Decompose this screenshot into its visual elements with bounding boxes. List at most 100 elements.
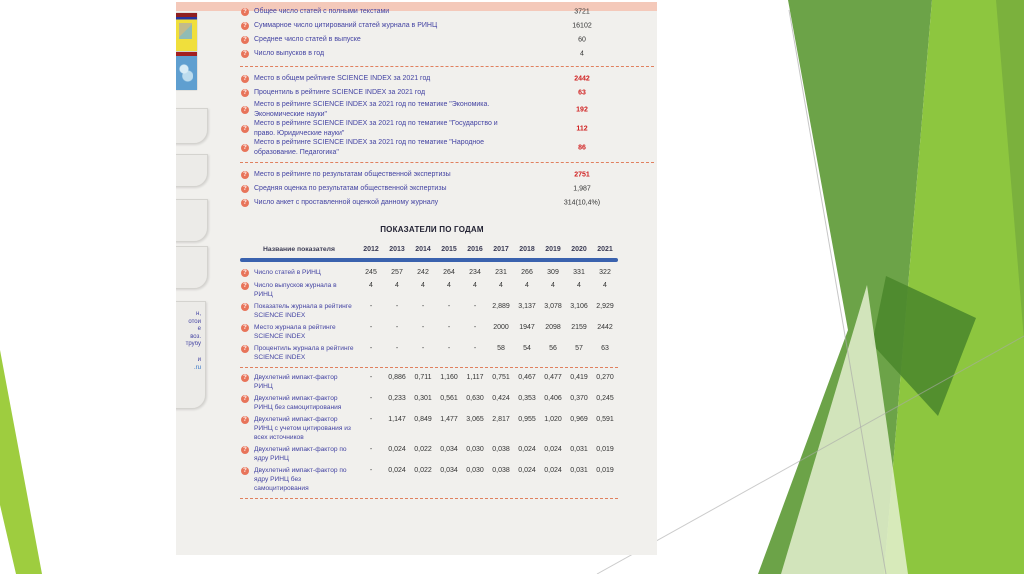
sidebar-panel-contacts[interactable]: н, отой е воз. трубу й .ru	[176, 301, 206, 409]
cell-value: 4	[551, 282, 555, 289]
cell-value: 257	[391, 269, 403, 276]
help-icon[interactable]: ?	[241, 171, 249, 179]
help-icon[interactable]: ?	[241, 89, 249, 97]
sidebar-text-fragment: воз.	[190, 333, 201, 340]
row-label: Двухлетний импакт-фактор РИНЦ	[254, 374, 338, 390]
year-column-header: 2021	[597, 245, 613, 253]
help-icon[interactable]: ?	[241, 374, 249, 382]
cell-value: 0,630	[466, 395, 484, 402]
cell-value: 2,929	[596, 303, 614, 310]
rating-label: Место в рейтинге SCIENCE INDEX за 2021 г…	[254, 101, 490, 118]
cell-value: 0,969	[570, 416, 588, 423]
help-icon[interactable]: ?	[241, 467, 249, 475]
cell-value: 4	[577, 282, 581, 289]
cell-value: 0,406	[544, 395, 562, 402]
sidebar-panel-1[interactable]	[176, 108, 208, 144]
help-icon[interactable]: ?	[241, 199, 249, 207]
journal-cover-thumbnail-2[interactable]	[176, 52, 197, 90]
cell-value: 322	[599, 269, 611, 276]
help-icon[interactable]: ?	[241, 269, 249, 277]
cell-value: -	[369, 374, 373, 381]
row-label: Двухлетний импакт-фактор по ядру РИНЦ бе…	[254, 467, 347, 492]
rating-row: ? Процентиль в рейтинге SCIENCE INDEX за…	[240, 86, 654, 100]
rating-label: Место в рейтинге SCIENCE INDEX за 2021 г…	[254, 120, 498, 137]
rating-row: ? Место в рейтинге SCIENCE INDEX за 2021…	[240, 119, 654, 138]
cell-value: 2,889	[492, 303, 510, 310]
cell-value: 0,301	[414, 395, 432, 402]
cell-value: 3,106	[570, 303, 588, 310]
cell-value: 58	[497, 345, 505, 352]
cell-value: 2000	[493, 324, 509, 331]
cell-value: -	[369, 395, 373, 402]
help-icon[interactable]: ?	[241, 143, 249, 152]
cell-value: -	[473, 303, 477, 310]
cell-value: 0,031	[570, 446, 588, 453]
row-label: Место журнала в рейтинге SCIENCE INDEX	[254, 324, 336, 340]
rating-value: 192	[576, 106, 588, 113]
cell-value: -	[447, 303, 451, 310]
help-icon[interactable]: ?	[241, 36, 249, 44]
row-label: Число статей в РИНЦ	[254, 269, 321, 276]
sidebar-panel-3[interactable]	[176, 199, 208, 242]
row-label: Двухлетний импакт-фактор по ядру РИНЦ	[254, 446, 347, 462]
help-icon[interactable]: ?	[241, 446, 249, 454]
cell-value: 242	[417, 269, 429, 276]
help-icon[interactable]: ?	[241, 324, 249, 332]
metric-row: ? Общее число статей с полными текстами …	[240, 5, 654, 19]
cell-value: 234	[469, 269, 481, 276]
cell-value: -	[447, 324, 451, 331]
metric-row: ? Число выпусков в год 4	[240, 47, 654, 61]
cell-value: 0,270	[596, 374, 614, 381]
help-icon[interactable]: ?	[241, 75, 249, 83]
help-icon[interactable]: ?	[241, 282, 249, 290]
cell-value: 0,030	[466, 446, 484, 453]
cell-value: 4	[499, 282, 503, 289]
cell-value: -	[369, 324, 373, 331]
expertise-label: Средняя оценка по результатам общественн…	[254, 185, 447, 193]
sidebar-panel-2[interactable]	[176, 154, 208, 187]
cell-value: 4	[525, 282, 529, 289]
table-header-row: Название показателя 2012 2013 2014 2015 …	[240, 243, 618, 255]
metric-value: 4	[580, 50, 584, 58]
cell-value: -	[421, 324, 425, 331]
cell-value: 54	[523, 345, 531, 352]
journal-metrics-content: ? Общее число статей с полными текстами …	[240, 5, 654, 504]
cell-value: 0,031	[570, 467, 588, 474]
cell-value: 56	[549, 345, 557, 352]
cell-value: 0,419	[570, 374, 588, 381]
help-icon[interactable]: ?	[241, 8, 249, 16]
help-icon[interactable]: ?	[241, 345, 249, 353]
row-label: Показатель журнала в рейтинге SCIENCE IN…	[254, 303, 352, 319]
cell-value: 0,424	[492, 395, 510, 402]
cell-value: 0,024	[518, 446, 536, 453]
sidebar-panel-4[interactable]	[176, 246, 208, 289]
cell-value: 1,117	[466, 374, 484, 381]
science-index-rating-section: ? Место в общем рейтинге SCIENCE INDEX з…	[240, 72, 654, 157]
rating-value: 86	[578, 144, 586, 151]
cell-value: 4	[421, 282, 425, 289]
help-icon[interactable]: ?	[241, 395, 249, 403]
rating-label: Место в общем рейтинге SCIENCE INDEX за …	[254, 75, 431, 83]
help-icon[interactable]: ?	[241, 124, 249, 133]
metric-row: ? Среднее число статей в выпуске 60	[240, 33, 654, 47]
help-icon[interactable]: ?	[241, 303, 249, 311]
cell-value: 57	[575, 345, 583, 352]
help-icon[interactable]: ?	[241, 22, 249, 30]
journal-cover-thumbnail-1[interactable]	[176, 13, 197, 51]
cell-value: 4	[395, 282, 399, 289]
cell-value: 2,817	[492, 416, 510, 423]
cell-value: 63	[601, 345, 609, 352]
expertise-label: Число анкет с проставленной оценкой данн…	[254, 199, 439, 207]
help-icon[interactable]: ?	[241, 416, 249, 424]
cell-value: 1,477	[440, 416, 458, 423]
table-rows-counts: ? Число статей в РИНЦ 245 257 242 264 23…	[240, 268, 618, 362]
help-icon[interactable]: ?	[241, 105, 249, 114]
expertise-value: 2751	[574, 171, 590, 179]
metric-label: Суммарное число цитирований статей журна…	[254, 22, 438, 30]
cell-value: 0,561	[440, 395, 458, 402]
help-icon[interactable]: ?	[241, 50, 249, 58]
cell-value: 3,078	[544, 303, 562, 310]
cell-value: 0,591	[596, 416, 614, 423]
cell-value: -	[369, 467, 373, 474]
help-icon[interactable]: ?	[241, 185, 249, 193]
